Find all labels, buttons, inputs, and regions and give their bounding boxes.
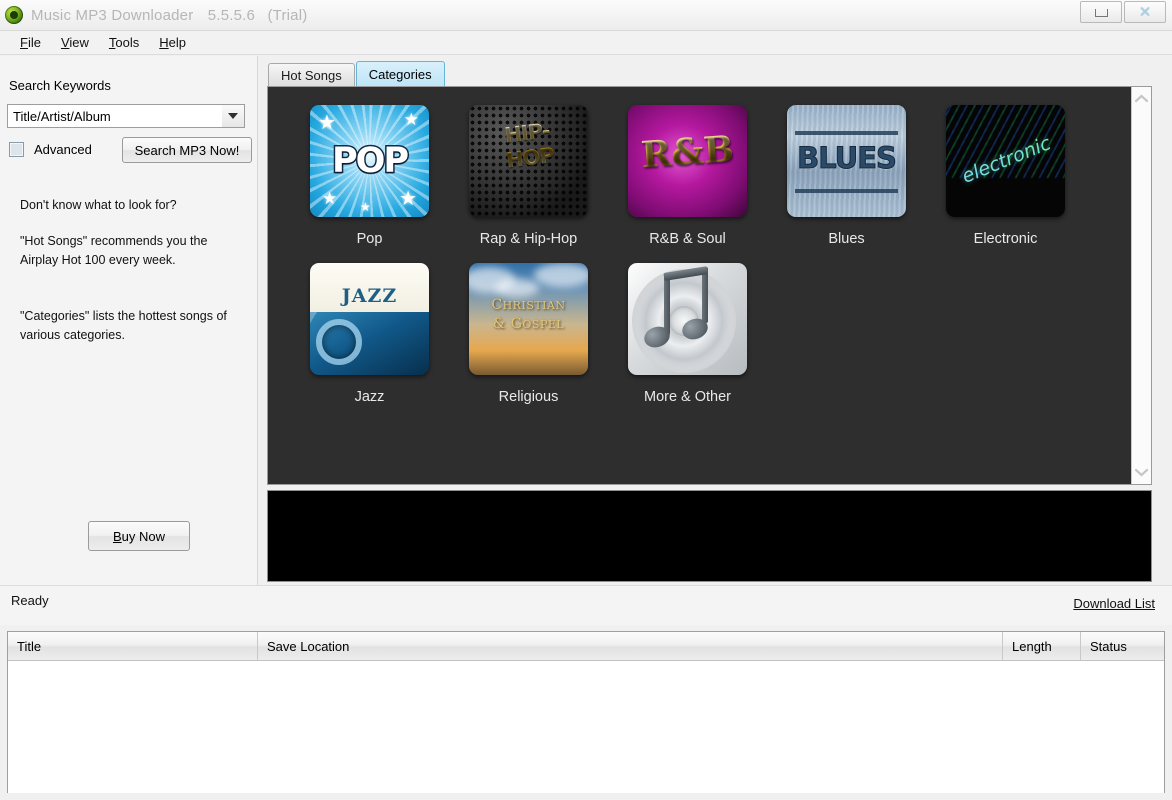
category-tile-electronic[interactable]: electronic Electronic [926,105,1085,247]
menu-help-accel: H [159,35,169,50]
categories-scrollbar[interactable] [1131,87,1151,484]
menu-file-rest: ile [27,35,41,50]
category-tile-rnb-soul[interactable]: R&B R&B & Soul [608,105,767,247]
status-text: Ready [11,593,49,608]
window-title: Music MP3 Downloader 5.5.5.6 (Trial) [31,7,307,24]
search-keywords-label: Search Keywords [9,78,111,93]
app-window: Music MP3 Downloader 5.5.5.6 (Trial) ✕ F… [0,0,1172,800]
advanced-row: Advanced [9,142,92,157]
blues-art-text: BLUES [797,141,898,176]
blues-rule-bottom [795,189,898,193]
religious-art-text: CHRISTIAN & GOSPEL [491,297,566,332]
status-bar: Ready Download List [0,585,1172,625]
more-artwork-icon [628,263,747,375]
column-header-title[interactable]: Title [8,632,258,660]
jazz-artwork-icon: JAZZ [310,263,429,375]
hiphop-artwork-icon: HIP- HOP [469,105,588,217]
close-icon: ✕ [1138,2,1152,21]
star-icon: ★ [360,200,371,214]
pop-art-text: POP [330,140,410,183]
advanced-label: Advanced [34,142,92,157]
chevron-down-icon[interactable] [1132,463,1151,482]
category-label-religious: Religious [498,389,559,405]
category-label-blues: Blues [828,231,865,247]
download-list-view: Title Save Location Length Status [7,631,1165,793]
column-header-status[interactable]: Status [1081,632,1164,660]
category-tile-blues[interactable]: BLUES Blues [767,105,926,247]
buy-now-accel: B [112,528,122,544]
rnb-artwork-icon: R&B [628,105,747,217]
minimize-icon [1094,9,1108,17]
category-label-more-other: More & Other [643,389,732,405]
buy-now-rest: uy Now [121,528,166,544]
category-label-electronic: Electronic [973,231,1038,247]
tab-strip: Hot Songs Categories [268,61,446,86]
category-tile-religious[interactable]: CHRISTIAN & GOSPEL Religious [449,263,608,405]
search-mp3-now-button[interactable]: Search MP3 Now! [122,137,252,163]
tab-hot-songs[interactable]: Hot Songs [268,63,355,86]
star-icon: ★ [403,110,419,129]
category-grid: ★ ★ ★ ★ ★ POP Pop HIP-HOP Rap & Hip-Hop [268,87,1151,421]
download-list-link[interactable]: Download List [1073,596,1155,611]
menu-file-accel: F [20,35,28,50]
window-version: 5.5.5.6 [207,6,256,24]
window-title-text: Music MP3 Downloader [31,6,194,24]
minimize-button[interactable] [1080,1,1122,23]
advertisement-panel[interactable] [267,490,1152,582]
category-tile-pop[interactable]: ★ ★ ★ ★ ★ POP Pop [290,105,449,247]
sidebar: Search Keywords Title/Artist/Album Advan… [0,56,258,585]
menu-item-help[interactable]: Help [149,33,196,52]
chevron-down-icon[interactable] [222,105,244,127]
help-heading: Don't know what to look for? [20,198,177,212]
rnb-art-text: R&B [628,127,747,177]
search-input[interactable]: Title/Artist/Album [8,109,222,124]
window-edition: (Trial) [267,6,308,24]
category-tile-rap-hip-hop[interactable]: HIP- HOP Rap & Hip-Hop [449,105,608,247]
blues-rule-top [795,131,898,135]
jazz-art-text: JAZZ [341,285,398,307]
category-label-rap-hip-hop: Rap & Hip-Hop [479,231,578,247]
download-list-body[interactable] [8,661,1164,793]
menu-help-rest: elp [168,35,187,50]
menu-item-file[interactable]: File [10,33,51,52]
column-header-length[interactable]: Length [1003,632,1081,660]
category-label-rnb-soul: R&B & Soul [649,231,726,247]
title-bar: Music MP3 Downloader 5.5.5.6 (Trial) ✕ [0,0,1172,30]
menu-view-rest: iew [69,35,89,50]
category-tile-more-other[interactable]: More & Other [608,263,767,405]
download-list-header: Title Save Location Length Status [8,632,1164,661]
chevron-up-icon[interactable] [1132,89,1151,108]
cloud-icon [495,279,539,297]
category-label-jazz: Jazz [354,389,385,405]
menu-item-view[interactable]: View [51,33,99,52]
advanced-checkbox[interactable] [9,142,24,157]
religious-artwork-icon: CHRISTIAN & GOSPEL [469,263,588,375]
menu-tools-rest: ools [115,35,140,50]
search-input-combo[interactable]: Title/Artist/Album [7,104,245,128]
buy-now-button[interactable]: Buy Now [88,521,190,551]
category-label-pop: Pop [356,231,383,247]
close-button[interactable]: ✕ [1124,1,1166,23]
help-paragraph-2: "Categories" lists the hottest songs of … [20,309,227,342]
trumpet-icon [310,312,429,375]
star-icon: ★ [322,189,338,208]
star-icon: ★ [399,188,417,210]
help-paragraph-1: "Hot Songs" recommends you the Airplay H… [20,234,208,267]
column-header-save-location[interactable]: Save Location [258,632,1003,660]
electronic-artwork-icon: electronic [946,105,1065,217]
pop-artwork-icon: ★ ★ ★ ★ ★ POP [310,105,429,217]
window-controls: ✕ [1080,1,1166,23]
menu-item-tools[interactable]: Tools [99,33,149,52]
categories-panel: ★ ★ ★ ★ ★ POP Pop HIP-HOP Rap & Hip-Hop [267,86,1152,485]
menu-bar: File View Tools Help [0,30,1172,55]
star-icon: ★ [318,112,336,134]
tab-categories[interactable]: Categories [355,61,445,86]
blues-artwork-icon: BLUES [787,105,906,217]
cloud-icon [534,263,588,287]
category-tile-jazz[interactable]: JAZZ Jazz [290,263,449,405]
app-disc-icon [5,6,23,24]
